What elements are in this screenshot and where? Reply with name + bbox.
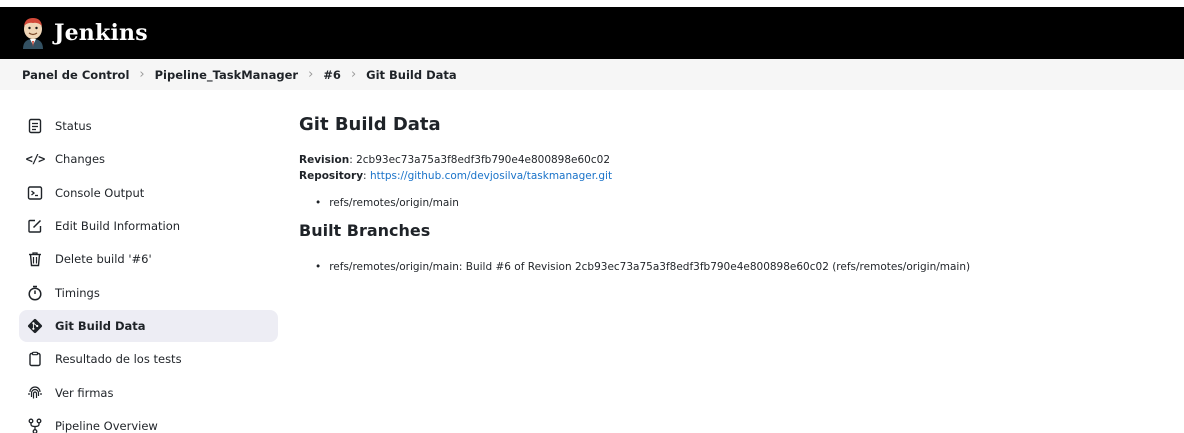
sidebar-item-label: Resultado de los tests [55, 352, 182, 367]
brand-name: Jenkins [54, 20, 148, 46]
sidebar-item-fingerprints[interactable]: Ver firmas [19, 377, 278, 409]
terminal-icon [27, 185, 43, 201]
breadcrumb-dashboard[interactable]: Panel de Control [22, 68, 129, 82]
repository-link[interactable]: https://github.com/devjosilva/taskmanage… [370, 170, 612, 182]
page-title: Git Build Data [299, 114, 441, 135]
clipboard-icon [27, 351, 43, 367]
stopwatch-icon [27, 285, 43, 301]
sidebar-item-status[interactable]: Status [19, 110, 278, 142]
list-item: refs/remotes/origin/main [315, 195, 1159, 211]
sidebar-item-timings[interactable]: Timings [19, 277, 278, 309]
pipeline-icon [27, 418, 43, 433]
sidebar-item-console-output[interactable]: Console Output [19, 177, 278, 209]
repository-label: Repository [299, 170, 364, 182]
sidebar-item-edit-build-information[interactable]: Edit Build Information [19, 210, 278, 242]
sidebar-item-label: Console Output [55, 185, 145, 200]
sidebar-item-test-results[interactable]: Resultado de los tests [19, 343, 278, 375]
refs-list: refs/remotes/origin/main [315, 195, 1159, 211]
main-content: Git Build Data Revision: 2cb93ec73a75a3f… [299, 114, 1159, 275]
git-icon [27, 318, 43, 334]
breadcrumb-pipeline[interactable]: Pipeline_TaskManager [155, 68, 299, 82]
sidebar-item-label: Changes [55, 152, 106, 167]
sidebar-item-label: Edit Build Information [55, 219, 181, 234]
revision-label: Revision [299, 154, 350, 166]
notepad-icon [27, 118, 43, 134]
chevron-right-icon: › [350, 67, 357, 82]
breadcrumb: Panel de Control › Pipeline_TaskManager … [0, 59, 1184, 90]
built-branches-title: Built Branches [299, 221, 431, 240]
sidebar-item-pipeline-overview[interactable]: Pipeline Overview [19, 410, 278, 433]
chevron-right-icon: › [139, 67, 145, 82]
sidebar: Status </> Changes Console Output Edit B… [19, 110, 278, 433]
top-navigation-bar: Jenkins [0, 7, 1184, 59]
built-branches-list: refs/remotes/origin/main: Build #6 of Re… [315, 259, 1159, 275]
fingerprint-icon [27, 385, 43, 401]
breadcrumb-build[interactable]: #6 [323, 68, 341, 82]
sidebar-item-changes[interactable]: </> Changes [19, 143, 278, 175]
sidebar-item-label: Ver firmas [55, 385, 114, 400]
breadcrumb-current[interactable]: Git Build Data [366, 68, 457, 82]
jenkins-logo-icon [23, 18, 43, 49]
code-icon: </> [25, 152, 46, 167]
trash-icon [27, 251, 43, 267]
revision-line: Revision: 2cb93ec73a75a3f8edf3fb790e4e80… [299, 154, 610, 166]
chevron-right-icon: › [308, 67, 314, 82]
jenkins-home-link[interactable]: Jenkins [0, 17, 148, 49]
sidebar-item-label: Git Build Data [55, 319, 146, 334]
sidebar-item-label: Pipeline Overview [55, 419, 158, 433]
sidebar-item-git-build-data[interactable]: Git Build Data [19, 310, 278, 343]
sidebar-item-label: Status [55, 119, 92, 133]
revision-value: 2cb93ec73a75a3f8edf3fb790e4e800898e60c02 [356, 154, 610, 166]
sidebar-item-label: Timings [55, 285, 100, 300]
repository-line: Repository: https://github.com/devjosilv… [299, 170, 613, 182]
edit-icon [27, 218, 43, 234]
sidebar-item-label: Delete build '#6' [55, 252, 152, 267]
list-item: refs/remotes/origin/main: Build #6 of Re… [315, 259, 1159, 275]
sidebar-item-delete-build[interactable]: Delete build '#6' [19, 243, 278, 275]
